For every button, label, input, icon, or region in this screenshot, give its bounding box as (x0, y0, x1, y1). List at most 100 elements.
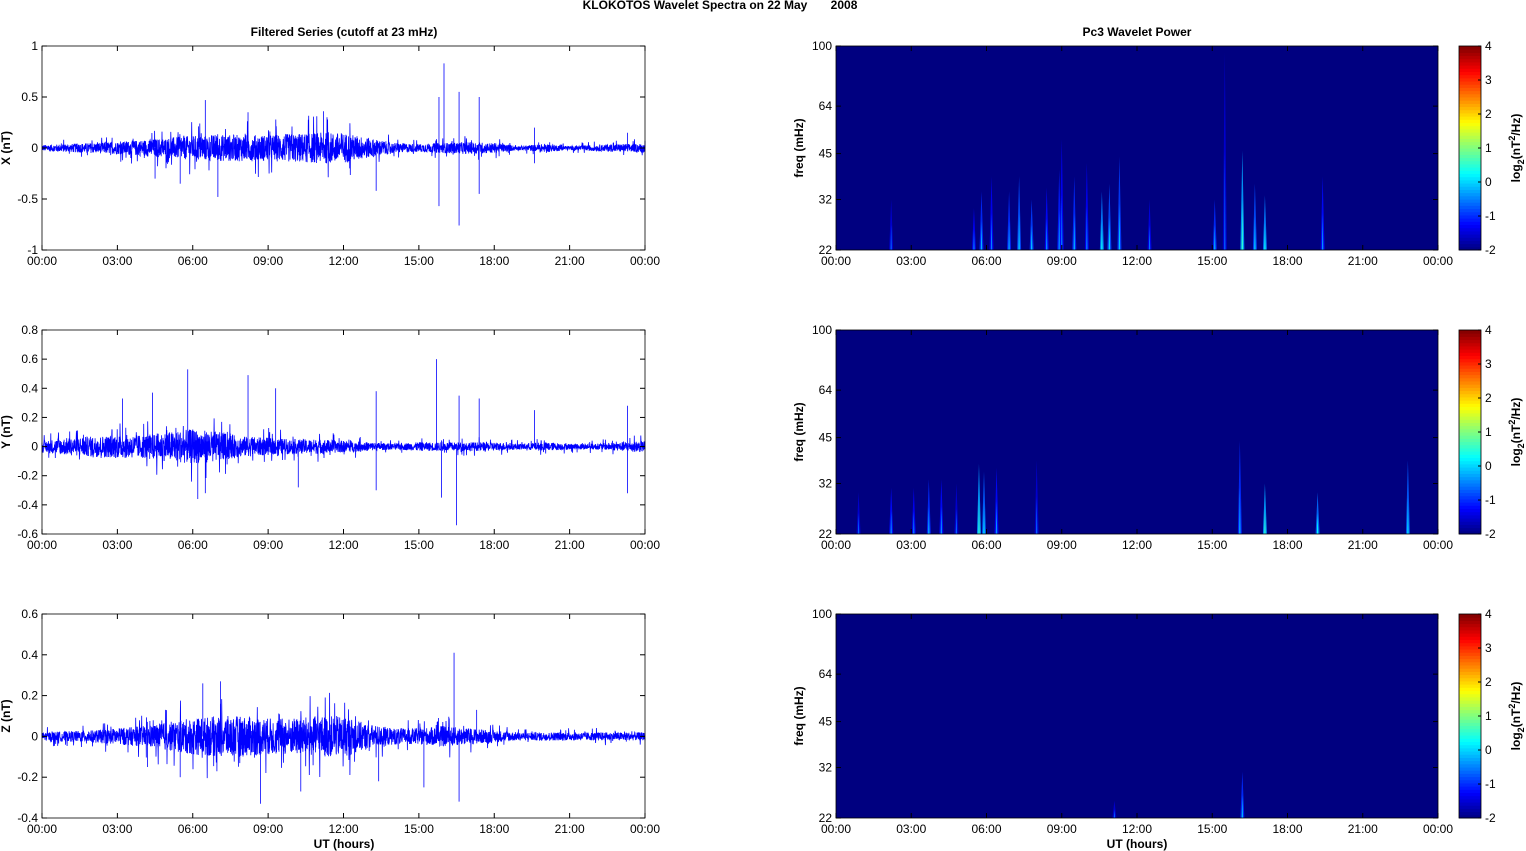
wavelet-ylabel: freq (mHz) (792, 686, 806, 745)
ytick-label: 0.8 (21, 323, 38, 337)
colorbar-swatch (1459, 454, 1481, 458)
colorbar-swatch (1459, 214, 1481, 219)
colorbar-swatch (1459, 665, 1481, 669)
colorbar-swatch (1459, 227, 1481, 232)
colorbar-swatch (1459, 633, 1481, 637)
colorbar-swatch (1459, 639, 1481, 644)
series-xtick-label: 03:00 (102, 254, 132, 268)
colorbar-swatch (1459, 195, 1481, 200)
colorbar-swatch (1459, 802, 1481, 806)
colorbar-swatch (1459, 731, 1481, 736)
colorbar-swatch (1459, 476, 1481, 481)
wavelet-xtick-label: 06:00 (971, 538, 1001, 552)
colorbar-swatch (1459, 211, 1481, 216)
colorbar-label-part: /Hz) (1509, 682, 1523, 704)
colorbar-tick-label: 2 (1485, 107, 1492, 121)
colorbar-swatch (1459, 135, 1481, 139)
ytick-label: 45 (819, 147, 833, 161)
colorbar-swatch (1459, 514, 1481, 519)
colorbar-tick-label: 3 (1485, 73, 1492, 87)
heatmap-background (836, 330, 1438, 534)
colorbar-swatch (1459, 782, 1481, 787)
wavelet-xtick-label: 12:00 (1122, 538, 1152, 552)
colorbar-swatch (1459, 457, 1481, 462)
series-panel-z: -0.4-0.200.20.40.600:00 03:00 06:00 09:00 12… (0, 607, 660, 836)
series-ylabel: Z (nT) (0, 699, 13, 732)
colorbar-swatch (1459, 626, 1481, 631)
ytick-label: 0.6 (21, 352, 38, 366)
colorbar-swatch (1459, 422, 1481, 427)
colorbar-swatch (1459, 330, 1481, 334)
wavelet-xtick-label: 09:00 (1047, 538, 1077, 552)
colorbar-tick-label: -1 (1485, 209, 1496, 223)
colorbar-swatch (1459, 805, 1481, 809)
colorbar-swatch (1459, 377, 1481, 382)
colorbar-swatch (1459, 202, 1481, 206)
colorbar-swatch (1459, 87, 1481, 92)
colorbar-swatch (1459, 684, 1481, 688)
series-xtick-label: 00:00 (27, 538, 57, 552)
colorbar-tick-label: 0 (1485, 459, 1492, 473)
series-xtick-label: 09:00 (253, 538, 283, 552)
colorbar-tick-label: 4 (1485, 39, 1492, 53)
colorbar-swatch (1459, 55, 1481, 60)
colorbar-swatch (1459, 680, 1481, 685)
colorbar-tick-label: 2 (1485, 391, 1492, 405)
colorbar-swatch (1459, 645, 1481, 650)
series-xtick-label: 09:00 (253, 254, 283, 268)
colorbar-swatch (1459, 390, 1481, 395)
colorbar-swatch (1459, 183, 1481, 187)
colorbar-swatch (1459, 349, 1481, 353)
colorbar-swatch (1459, 371, 1481, 376)
colorbar-swatch (1459, 374, 1481, 379)
colorbar-swatch (1459, 192, 1481, 197)
series-column-title: Filtered Series (cutoff at 23 mHz) (251, 25, 438, 39)
ytick-label: 1 (31, 39, 38, 53)
wavelet-xtick-label: 00:00 (1423, 822, 1453, 836)
heatmap-background (836, 46, 1438, 250)
series-xtick-label: 18:00 (479, 822, 509, 836)
colorbar-swatch (1459, 151, 1481, 155)
colorbar-tick-label: 3 (1485, 357, 1492, 371)
colorbar-swatch (1459, 435, 1481, 439)
colorbar-swatch (1459, 658, 1481, 663)
ytick-label: 100 (812, 323, 832, 337)
colorbar-swatch (1459, 49, 1481, 53)
ytick-label: 0.4 (21, 648, 38, 662)
colorbar-swatch (1459, 393, 1481, 398)
colorbar-swatch (1459, 167, 1481, 171)
wavelet-xtick-label: 09:00 (1047, 254, 1077, 268)
colorbar-swatch (1459, 527, 1481, 532)
colorbar-label: log2(nT2/Hz) (1507, 114, 1526, 183)
colorbar-swatch (1459, 751, 1481, 755)
colorbar-label-part: (nT (1509, 708, 1523, 727)
ytick-label: 64 (819, 667, 833, 681)
colorbar-swatch (1459, 728, 1481, 733)
colorbar-swatch (1459, 808, 1481, 813)
wavelet-column-title: Pc3 Wavelet Power (1083, 25, 1192, 39)
colorbar-swatch (1459, 234, 1481, 238)
wavelet-xtick-label: 12:00 (1122, 822, 1152, 836)
colorbar-swatch (1459, 355, 1481, 360)
colorbar-swatch (1459, 68, 1481, 72)
colorbar-swatch (1459, 521, 1481, 525)
wavelet-xtick-label: 03:00 (896, 822, 926, 836)
ytick-label: -0.2 (17, 770, 38, 784)
colorbar-swatch (1459, 205, 1481, 210)
colorbar-tick-label: -1 (1485, 777, 1496, 791)
figure: KLOKOTOS Wavelet Spectra on 22 May 2008 … (0, 0, 1526, 851)
wavelet-ylabel: freq (mHz) (792, 118, 806, 177)
wavelet-panel-z: 2232456410000:00 03:00 06:00 09:00 12:00 15:0… (792, 607, 1526, 836)
colorbar-tick-label: -2 (1485, 243, 1496, 257)
colorbar-swatch (1459, 687, 1481, 691)
colorbar-tick-label: 4 (1485, 607, 1492, 621)
series-xtick-label: 12:00 (328, 822, 358, 836)
wavelet-xlabel: UT (hours) (1107, 837, 1168, 851)
series-xtick-label: 15:00 (404, 538, 434, 552)
ytick-label: 0.5 (21, 90, 38, 104)
colorbar-label: log2(nT2/Hz) (1507, 398, 1526, 467)
colorbar-label-part: log (1509, 732, 1523, 750)
colorbar-swatch (1459, 208, 1481, 213)
wavelet-xtick-label: 00:00 (821, 822, 851, 836)
ytick-label: -0.5 (17, 192, 38, 206)
